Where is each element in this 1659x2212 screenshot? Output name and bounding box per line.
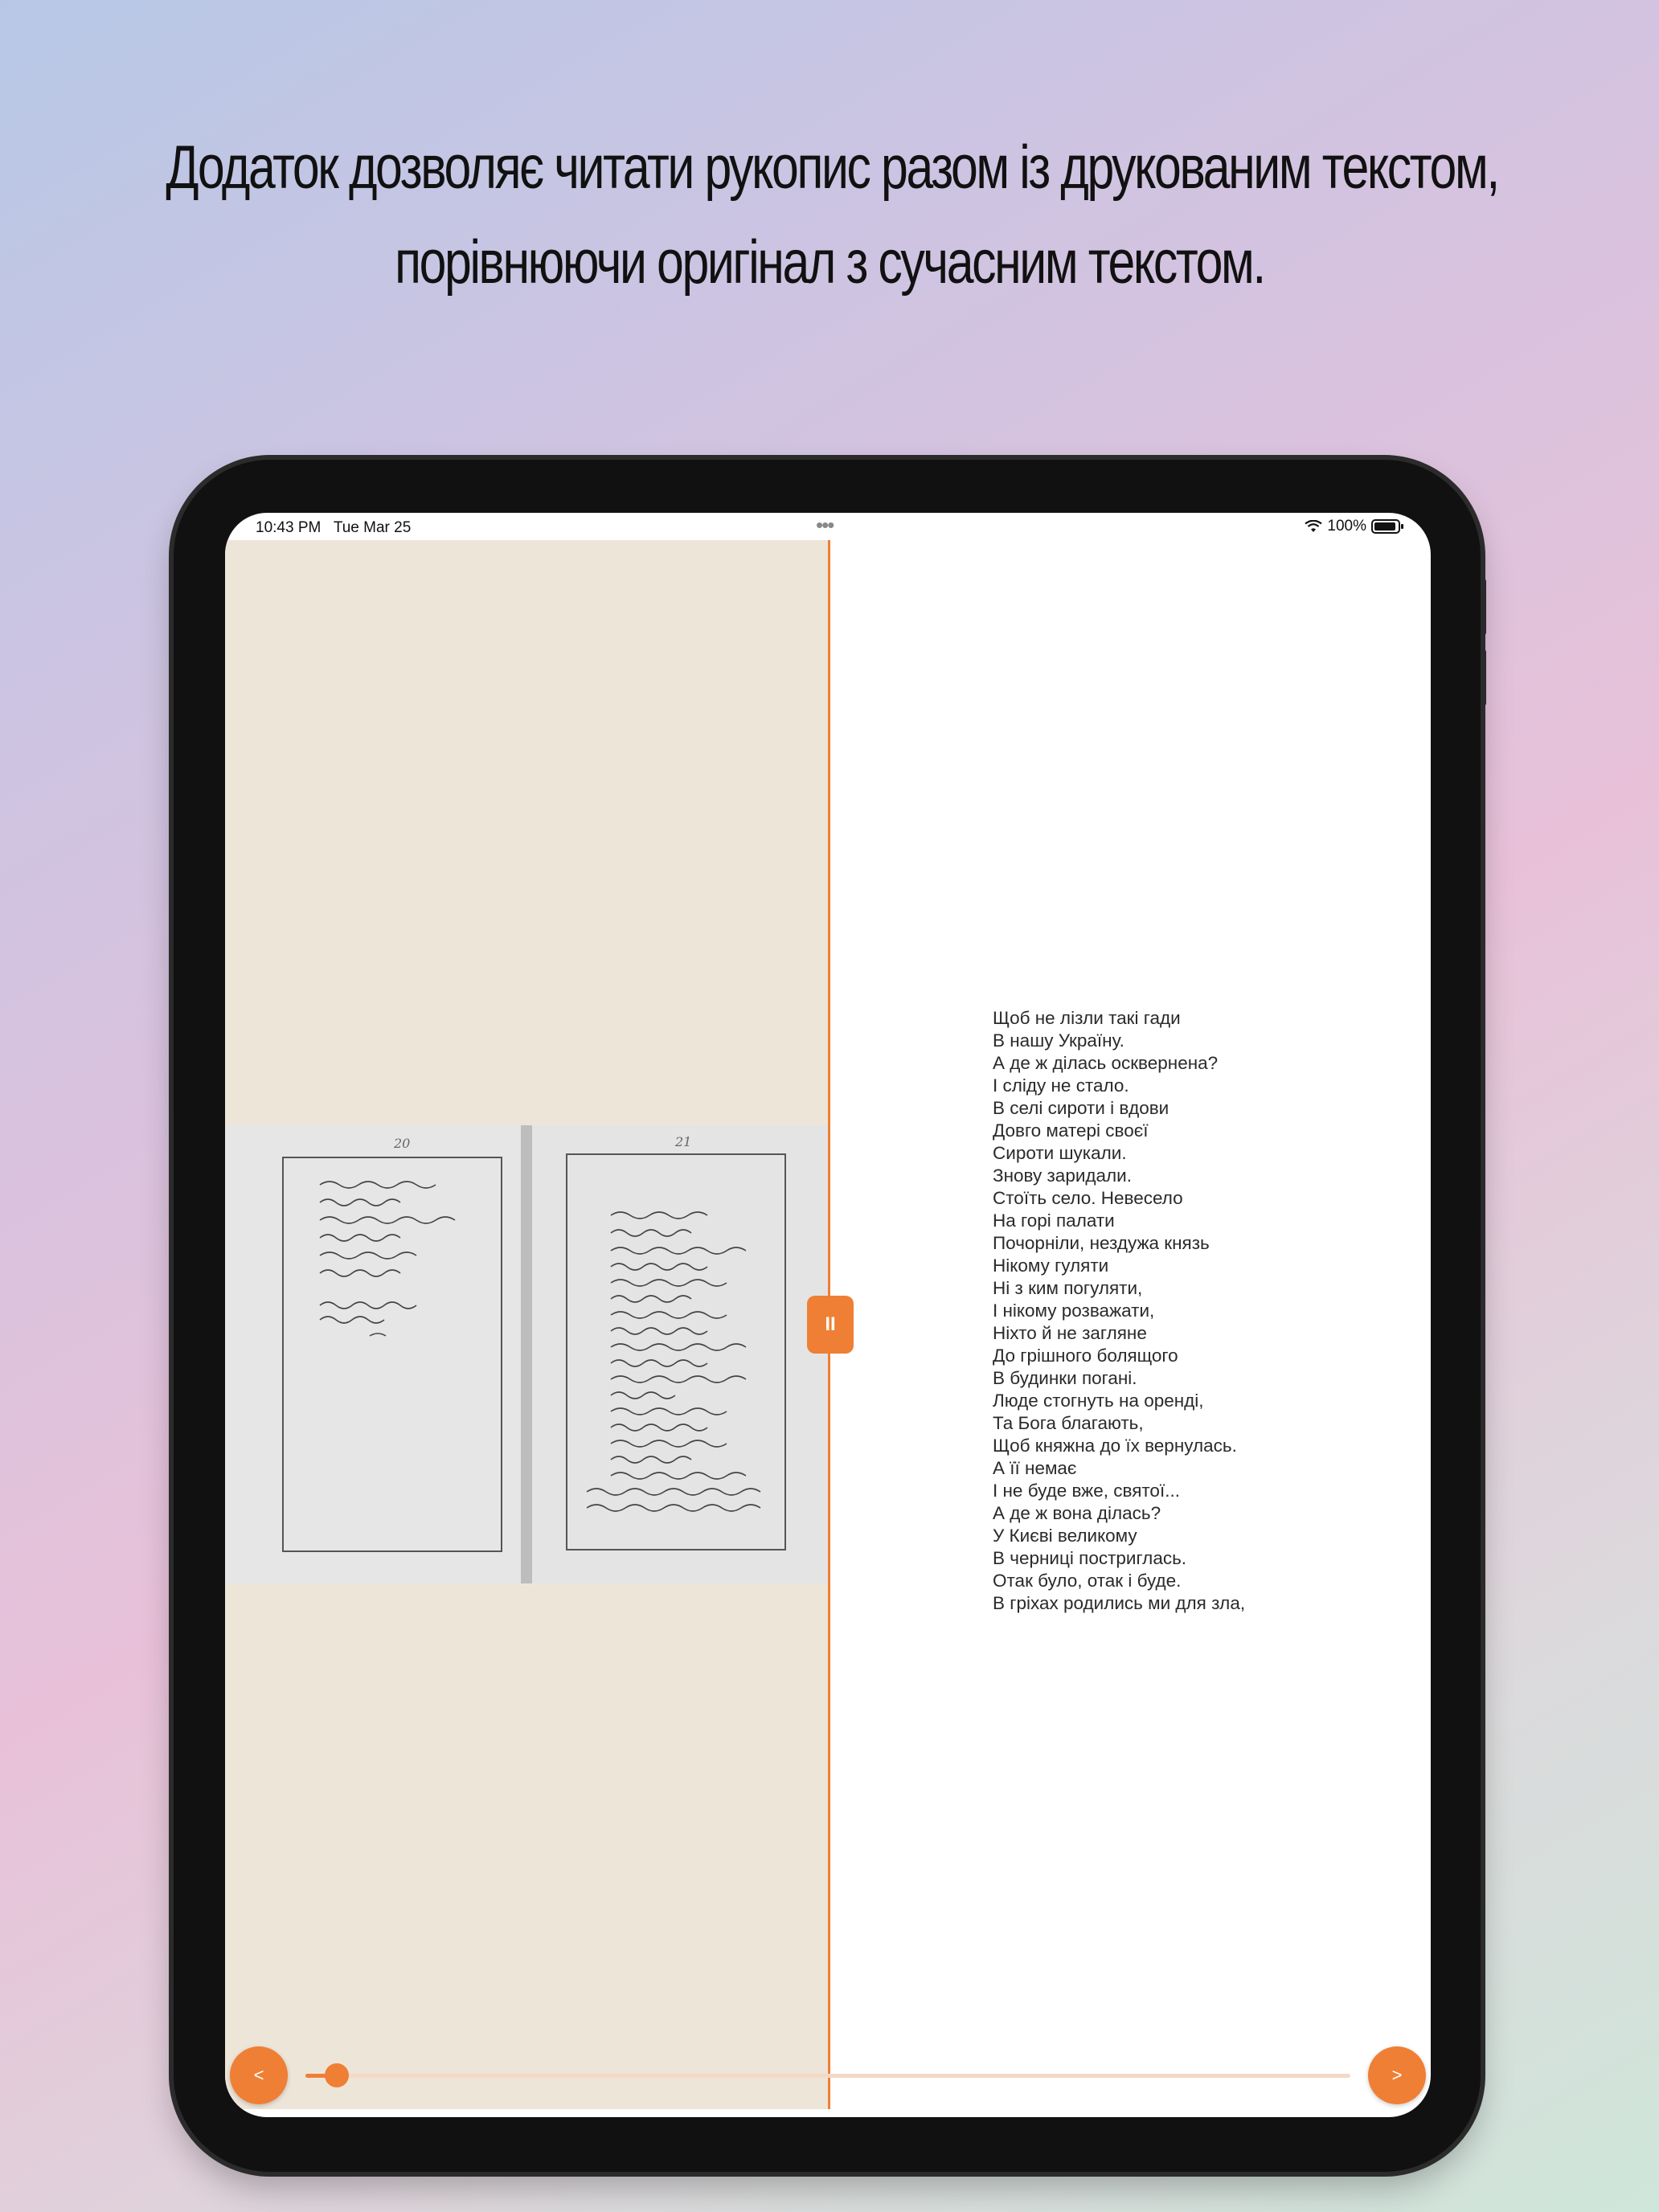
poem-line: Щоб княжна до їх вернулась. <box>993 1436 1237 1456</box>
poem-line: Люде стогнуть на оренді, <box>993 1391 1204 1411</box>
poem-line: Щоб не лізли такі гади <box>993 1008 1181 1028</box>
headline-line-2: порівнюючи оригінал з сучасним текстом. <box>395 228 1266 297</box>
poem-line: І нікому розважати, <box>993 1301 1155 1321</box>
status-date-text: Tue Mar 25 <box>333 519 412 536</box>
poem-line: В нашу Україну. <box>993 1030 1124 1051</box>
poem-line: Сироти шукали. <box>993 1143 1127 1163</box>
poem-line: Стоїть село. Невесело <box>993 1188 1183 1208</box>
poem-line: Ні з ким погуляти, <box>993 1278 1143 1298</box>
headline-line-1: Додаток дозволяє читати рукопис разом із… <box>166 133 1500 202</box>
printed-text: Щоб не лізли такі гади В нашу Україну. А д… <box>993 1007 1378 1615</box>
status-time-text: 10:43 PM <box>256 519 322 536</box>
manuscript-page-left-number: 20 <box>393 1136 410 1151</box>
poem-line: І сліду не стало. <box>993 1075 1129 1096</box>
tablet-screen: 10:43 PM Tue Mar 25 ••• 100% 20 21 II Що… <box>225 513 1431 2117</box>
status-right: 100% <box>1305 518 1403 535</box>
poem-line: Нікому гуляти <box>993 1256 1109 1276</box>
poem-line: У Києві великому <box>993 1526 1137 1546</box>
poem-line: Почорніли, нездужа князь <box>993 1233 1210 1253</box>
page-slider-thumb[interactable] <box>325 2063 349 2087</box>
poem-line: В будинки погані. <box>993 1368 1137 1388</box>
manuscript-image: 20 21 <box>225 1125 828 1583</box>
battery-icon <box>1371 519 1403 534</box>
previous-page-button[interactable]: < <box>230 2046 288 2104</box>
chevron-right-icon: > <box>1391 2065 1403 2085</box>
pause-icon: II <box>825 1313 836 1335</box>
poem-line: В гріхах родились ми для зла, <box>993 1593 1246 1613</box>
status-bar: 10:43 PM Tue Mar 25 ••• 100% <box>225 513 1431 540</box>
manuscript-page-right-number: 21 <box>674 1134 691 1149</box>
poem-line: В черниці постриглась. <box>993 1548 1187 1568</box>
headline: Додаток дозволяє читати рукопис разом із… <box>166 121 1500 310</box>
status-time: 10:43 PM Tue Mar 25 <box>256 519 411 537</box>
volume-down-button <box>1481 649 1486 706</box>
poem-line: А її немає <box>993 1458 1077 1478</box>
poem-line: А де ж вона ділась? <box>993 1503 1161 1523</box>
battery-percent: 100% <box>1327 518 1366 535</box>
poem-line: А де ж ділась осквернена? <box>993 1053 1219 1073</box>
multitask-dots[interactable]: ••• <box>816 513 834 538</box>
poem-line: Та Бога благають, <box>993 1413 1144 1433</box>
poem-line: До грішного болящого <box>993 1346 1178 1366</box>
manuscript-pane[interactable]: 20 21 <box>225 540 828 2109</box>
page-slider[interactable] <box>305 2063 1350 2087</box>
poem-line: Ніхто й не загляне <box>993 1323 1147 1343</box>
poem-line: І не буде вже, святої... <box>993 1481 1180 1501</box>
next-page-button[interactable]: > <box>1368 2046 1426 2104</box>
volume-up-button <box>1481 579 1486 635</box>
poem-line: В селі сироти і вдови <box>993 1098 1169 1118</box>
divider-handle[interactable]: II <box>807 1296 854 1354</box>
wifi-icon <box>1305 520 1323 532</box>
poem-line: Знову заридали. <box>993 1165 1132 1186</box>
poem-line: На горі палати <box>993 1210 1115 1231</box>
poem-line: Довго матері своєї <box>993 1120 1149 1141</box>
chevron-left-icon: < <box>253 2065 264 2085</box>
poem-line: Отак було, отак і буде. <box>993 1571 1182 1591</box>
